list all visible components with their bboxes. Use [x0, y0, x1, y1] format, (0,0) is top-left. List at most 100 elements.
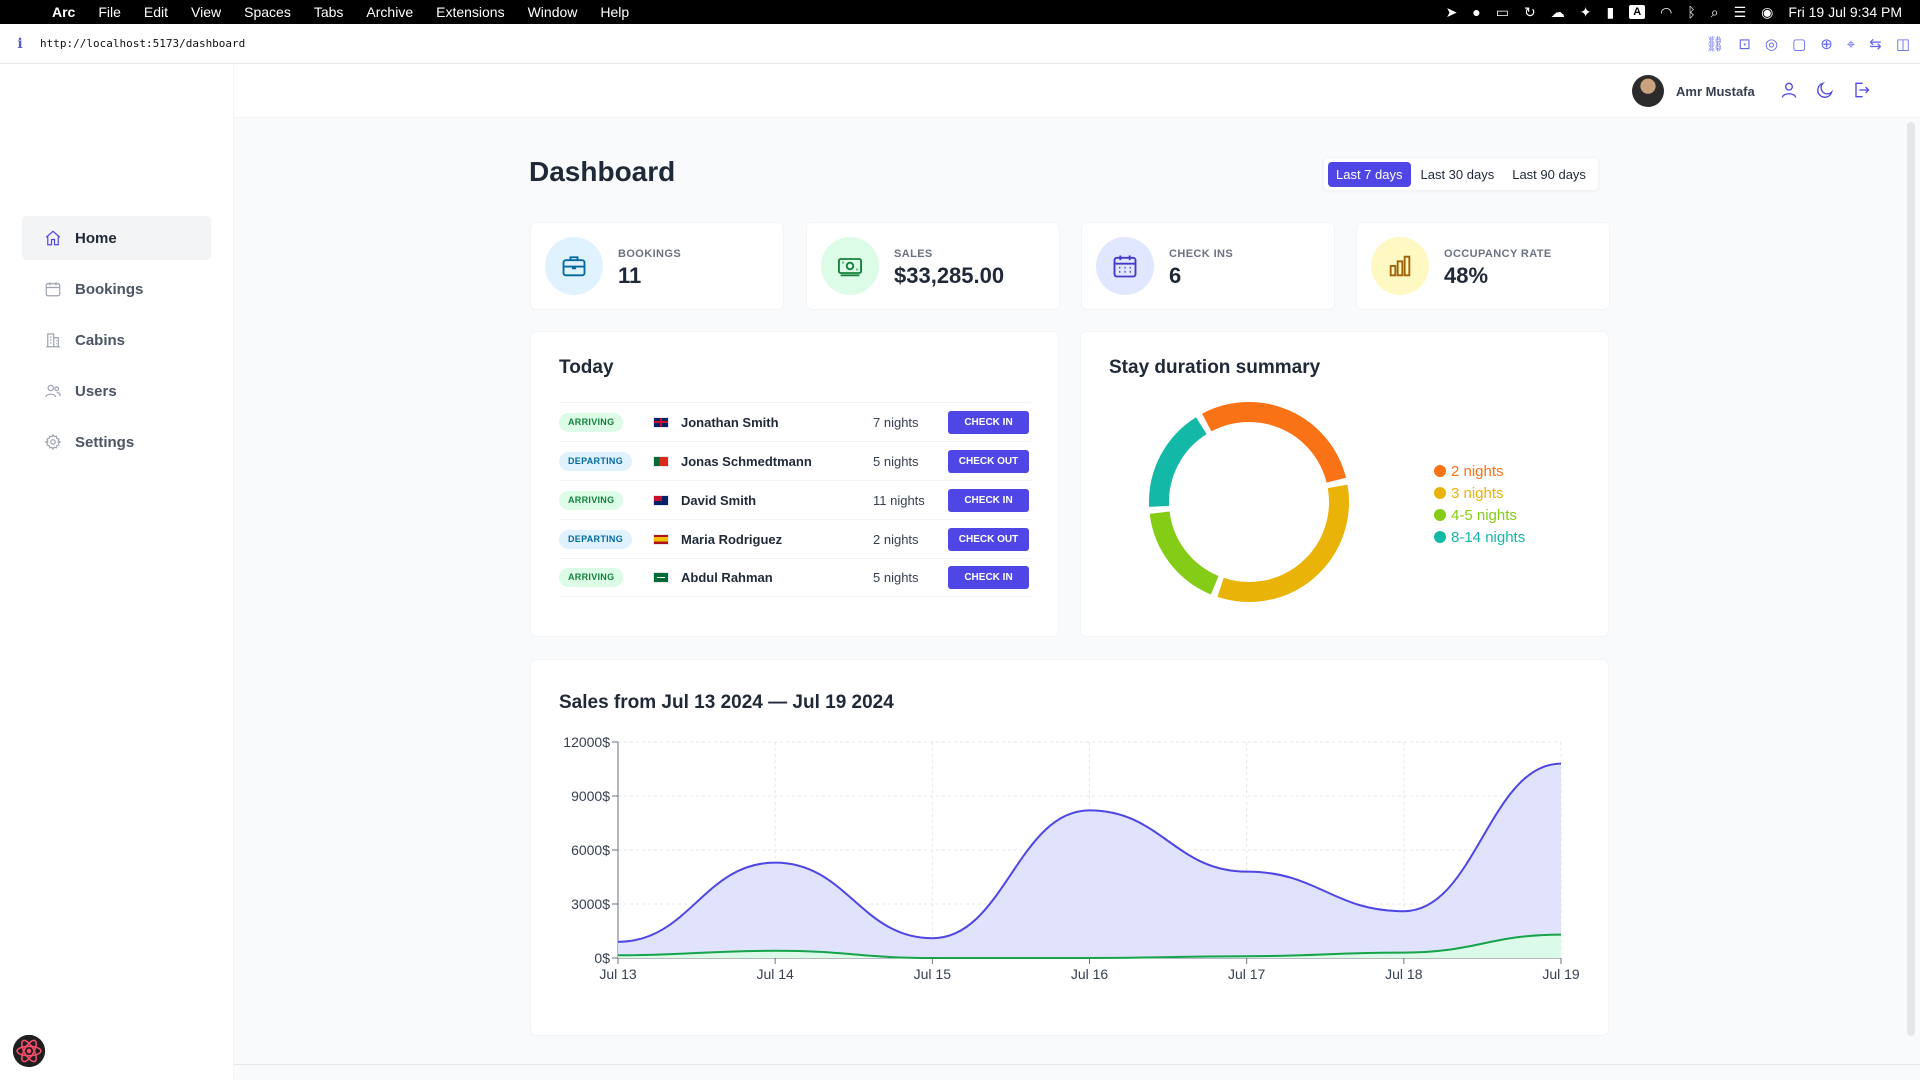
calendar-days-icon [1096, 237, 1154, 295]
sidebar-item-cabins[interactable]: Cabins [22, 318, 211, 362]
calendar-icon [44, 280, 62, 298]
logout-icon[interactable] [1851, 80, 1871, 105]
stay-duration-title: Stay duration summary [1109, 357, 1321, 378]
x-tick-label: Jul 13 [599, 966, 637, 982]
sidebar-item-users[interactable]: Users [22, 369, 211, 413]
today-card: Today ARRIVING Jonathan Smith 7 nights C… [530, 331, 1059, 637]
home-icon [44, 229, 62, 247]
legend-dot [1434, 509, 1446, 521]
menu-file[interactable]: File [98, 4, 121, 20]
user-icon[interactable] [1779, 80, 1799, 105]
user-profile[interactable]: Amr Mustafa [1632, 75, 1755, 107]
chart-legend: 2 nights 3 nights 4-5 nights 8-14 nights [1434, 460, 1525, 548]
legend-item: 3 nights [1434, 482, 1525, 504]
globe-icon[interactable]: ⊕ [1820, 35, 1833, 53]
main-nav: Home Bookings Cabins Users Settings [22, 216, 211, 471]
filter-last-30-days[interactable]: Last 30 days [1413, 162, 1503, 187]
menubar-clock[interactable]: Fri 19 Jul 9:34 PM [1788, 4, 1902, 20]
browser-toolbar: ⛓ ⊡ ◎ ▢ ⊕ ⌖ ⇆ ◫ [1705, 24, 1910, 64]
display-icon[interactable]: ▭ [1496, 4, 1509, 21]
filter-last-7-days[interactable]: Last 7 days [1328, 161, 1411, 187]
cloud-icon[interactable]: ☁ [1551, 4, 1565, 21]
guest-name: Jonas Schmedtmann [681, 453, 812, 469]
sidebar-item-label: Users [75, 382, 117, 400]
menu-archive[interactable]: Archive [366, 4, 413, 20]
x-tick-label: Jul 16 [1071, 966, 1109, 982]
y-tick-label: 9000$ [571, 788, 610, 804]
guest-name: Jonathan Smith [681, 414, 779, 430]
control-center-icon[interactable]: ☰ [1734, 4, 1747, 21]
x-tick-label: Jul 17 [1228, 966, 1266, 982]
sidebar-item-bookings[interactable]: Bookings [22, 267, 211, 311]
gear-icon [44, 433, 62, 451]
react-devtools-icon[interactable] [12, 1034, 46, 1068]
extension-icon[interactable]: ⇆ [1869, 35, 1882, 53]
menu-view[interactable]: View [191, 4, 221, 20]
stat-card-bookings: BOOKINGS 11 [530, 222, 784, 310]
menu-edit[interactable]: Edit [144, 4, 168, 20]
target-icon[interactable]: ⌖ [1847, 36, 1855, 53]
legend-label: 3 nights [1451, 484, 1504, 502]
bar-chart-icon [1371, 237, 1429, 295]
camera-icon[interactable]: ◎ [1765, 35, 1778, 53]
legend-item: 8-14 nights [1434, 526, 1525, 548]
siri-icon[interactable]: ◉ [1761, 4, 1773, 21]
legend-label: 2 nights [1451, 462, 1504, 480]
page-scrollbar[interactable] [1907, 122, 1915, 1036]
sparkle-icon[interactable]: ✦ [1580, 4, 1592, 21]
sidebar-item-settings[interactable]: Settings [22, 420, 211, 464]
today-activity-list: ARRIVING Jonathan Smith 7 nights CHECK I… [559, 402, 1031, 597]
today-row: DEPARTING Maria Rodriguez 2 nights CHECK… [559, 519, 1031, 558]
stay-nights: 2 nights [873, 531, 919, 547]
check-out-button[interactable]: CHECK OUT [948, 449, 1029, 473]
chat-icon[interactable]: ● [1472, 4, 1480, 20]
today-row: ARRIVING David Smith 11 nights CHECK IN [559, 480, 1031, 519]
menu-app[interactable]: Arc [52, 4, 75, 20]
wifi-icon[interactable]: ◠ [1660, 4, 1672, 21]
bluetooth-icon[interactable]: ᛒ [1687, 4, 1695, 20]
menu-extensions[interactable]: Extensions [436, 4, 504, 20]
menu-tabs[interactable]: Tabs [314, 4, 344, 20]
stat-label: OCCUPANCY RATE [1444, 248, 1552, 260]
flag-pt-icon [653, 455, 669, 467]
sales-title: Sales from Jul 13 2024 — Jul 19 2024 [559, 692, 894, 713]
legend-dot [1434, 531, 1446, 543]
stat-card-sales: SALES $33,285.00 [806, 222, 1060, 310]
legend-item: 2 nights [1434, 460, 1525, 482]
link-icon[interactable]: ⛓ [1705, 35, 1724, 53]
user-name: Amr Mustafa [1676, 83, 1755, 99]
x-tick-label: Jul 18 [1385, 966, 1423, 982]
sales-area-chart: 0$ 3000$ 6000$ 9000$ 12000$ Jul 13 Jul 14 Jul 1… [563, 734, 1580, 982]
input-source-indicator[interactable]: A [1629, 5, 1646, 19]
legend-dot [1434, 465, 1446, 477]
site-info-icon[interactable]: i [0, 36, 40, 52]
menu-window[interactable]: Window [528, 4, 578, 20]
battery-icon[interactable]: ▮ [1606, 4, 1614, 21]
sync-icon[interactable]: ↻ [1524, 4, 1536, 21]
sidebar-item-home[interactable]: Home [22, 216, 211, 260]
check-in-button[interactable]: CHECK IN [948, 410, 1029, 434]
url-text[interactable]: http://localhost:5173/dashboard [40, 37, 245, 50]
terminal-icon[interactable]: ▢ [1792, 35, 1806, 53]
today-row: ARRIVING Jonathan Smith 7 nights CHECK I… [559, 402, 1031, 441]
stay-duration-card: Stay duration summary 2 nights 3 nights 4-… [1080, 331, 1609, 637]
menu-help[interactable]: Help [600, 4, 629, 20]
capture-icon[interactable]: ⊡ [1738, 35, 1751, 53]
split-view-icon[interactable]: ◫ [1896, 35, 1910, 53]
moon-icon[interactable] [1815, 80, 1835, 105]
app-header: Amr Mustafa [234, 64, 1920, 118]
filter-last-90-days[interactable]: Last 90 days [1504, 162, 1594, 187]
x-tick-label: Jul 14 [756, 966, 794, 982]
check-in-button[interactable]: CHECK IN [948, 566, 1029, 589]
menu-spaces[interactable]: Spaces [244, 4, 291, 20]
telegram-icon[interactable]: ➤ [1446, 4, 1458, 21]
check-out-button[interactable]: CHECK OUT [948, 527, 1029, 551]
today-title: Today [559, 357, 614, 378]
sidebar-item-label: Home [75, 229, 117, 247]
check-in-button[interactable]: CHECK IN [948, 488, 1029, 512]
search-icon[interactable]: ⌕ [1711, 4, 1719, 21]
status-badge: ARRIVING [559, 412, 624, 432]
y-tick-label: 12000$ [563, 734, 610, 750]
guest-name: Abdul Rahman [681, 570, 773, 585]
app-sidebar: Home Bookings Cabins Users Settings [0, 64, 234, 1080]
